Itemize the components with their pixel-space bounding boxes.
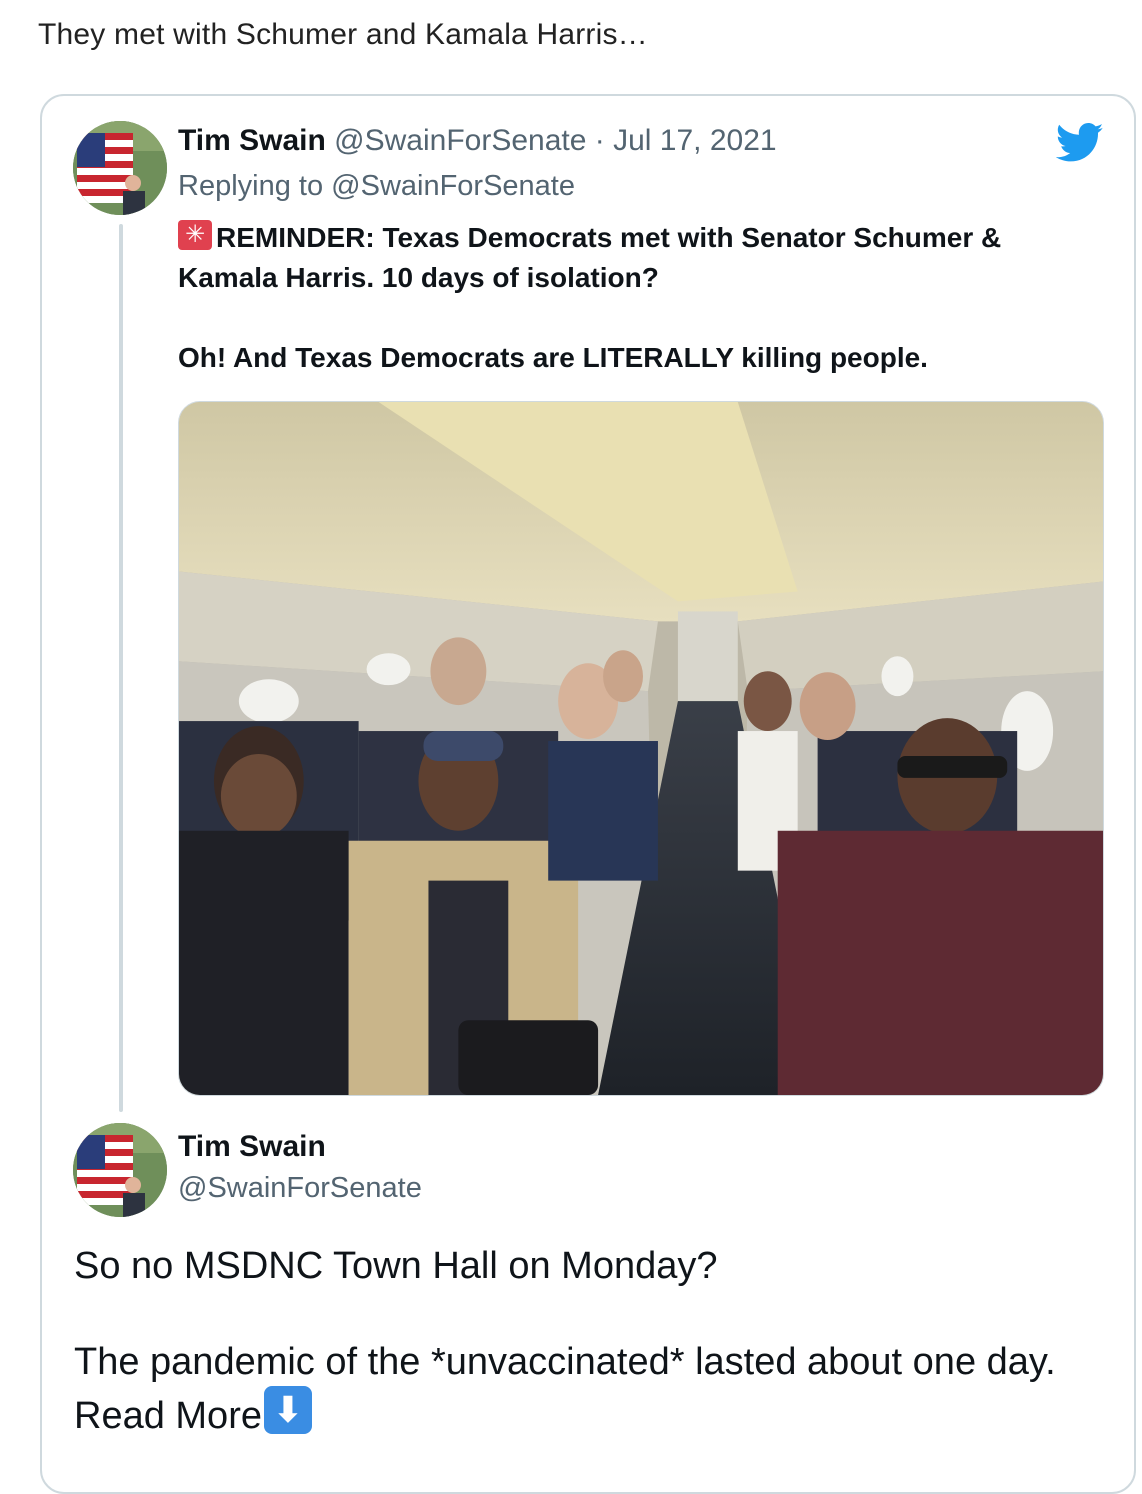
twitter-bird-icon[interactable]: [1056, 122, 1104, 164]
avatar-image: [73, 1123, 167, 1217]
avatar-image: [73, 121, 167, 215]
thread-connector-line: [119, 224, 123, 1112]
reply-text-line1: So no MSDNC Town Hall on Monday?: [74, 1245, 718, 1287]
tweet-date[interactable]: Jul 17, 2021: [613, 124, 776, 157]
tweet-text: ✳ REMINDER: Texas Democrats met with Sena…: [178, 218, 1078, 378]
replying-handle-link[interactable]: @SwainForSenate: [331, 170, 575, 202]
author-name[interactable]: Tim Swain: [178, 124, 326, 157]
reply-author-handle[interactable]: @SwainForSenate: [178, 1172, 422, 1205]
tweet-header: Tim Swain @SwainForSenate · Jul 17, 2021: [178, 124, 777, 158]
tim-swain-avatar[interactable]: [73, 121, 167, 215]
reply-author-name[interactable]: Tim Swain: [178, 1130, 326, 1164]
down-arrow-emoji-icon: ⬇: [263, 1386, 312, 1434]
intro-text: They met with Schumer and Kamala Harris…: [38, 18, 648, 51]
author-handle[interactable]: @SwainForSenate: [334, 124, 586, 157]
replying-to: Replying to @SwainForSenate: [178, 170, 575, 203]
replying-prefix: Replying to: [178, 170, 324, 202]
tweet-photo[interactable]: [178, 401, 1104, 1096]
tweet-text-line2: Oh! And Texas Democrats are LITERALLY ki…: [178, 342, 928, 373]
tweet-text-line1: REMINDER: Texas Democrats met with Senat…: [178, 222, 1002, 293]
header-separator: ·: [594, 124, 605, 157]
siren-emoji-icon: ✳: [178, 220, 212, 250]
tim-swain-avatar-reply[interactable]: [73, 1123, 167, 1217]
reply-text: So no MSDNC Town Hall on Monday? The pan…: [74, 1242, 1114, 1440]
reply-text-line2: The pandemic of the *unvaccinated* laste…: [74, 1341, 1056, 1437]
airplane-cabin-image: [179, 402, 1103, 1095]
